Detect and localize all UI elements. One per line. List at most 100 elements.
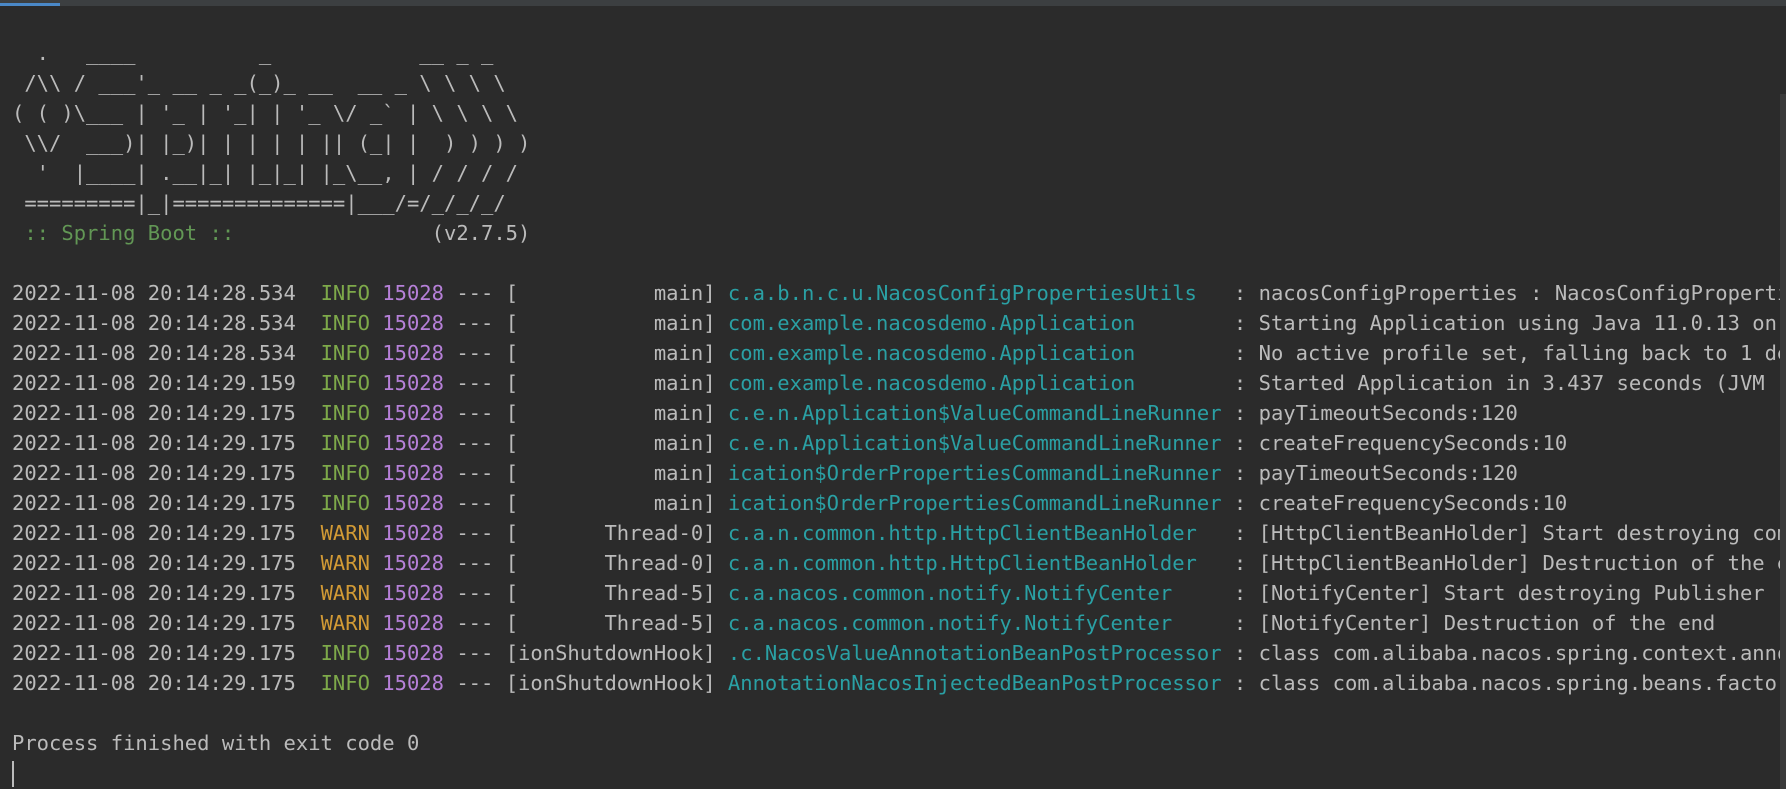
log-logger: c.e.n.Application$ValueCommandLineRunner bbox=[727, 401, 1222, 425]
log-message: : class com.alibaba.nacos.spring.context… bbox=[1233, 641, 1786, 665]
log-logger: c.a.n.common.http.HttpClientBeanHolder bbox=[727, 521, 1222, 545]
spring-banner: . ____ _ __ _ _ /\\ / ___'_ __ _ _(_)_ _… bbox=[12, 38, 1786, 248]
log-logger: .c.NacosValueAnnotationBeanPostProcessor bbox=[727, 641, 1222, 665]
log-level: INFO bbox=[320, 461, 370, 485]
log-logger: c.a.nacos.common.notify.NotifyCenter bbox=[727, 581, 1222, 605]
log-message: : [HttpClientBeanHolder] Start destroyin… bbox=[1233, 521, 1786, 545]
log-line: 2022-11-08 20:14:29.175 WARN 15028 --- [… bbox=[0, 608, 1786, 638]
log-level: INFO bbox=[320, 671, 370, 695]
log-thread: [ main] bbox=[505, 401, 716, 425]
log-line: 2022-11-08 20:14:29.175 INFO 15028 --- [… bbox=[12, 461, 1518, 485]
banner-line: \\/ ___)| |_)| | | | | || (_| | ) ) ) ) bbox=[12, 131, 531, 155]
log-pid: 15028 bbox=[382, 491, 444, 515]
log-pid: 15028 bbox=[382, 371, 444, 395]
log-pid: 15028 bbox=[382, 521, 444, 545]
log-timestamp: 2022-11-08 20:14:29.175 bbox=[12, 401, 296, 425]
log-pid: 15028 bbox=[382, 341, 444, 365]
log-timestamp: 2022-11-08 20:14:28.534 bbox=[12, 311, 296, 335]
log-timestamp: 2022-11-08 20:14:29.175 bbox=[12, 581, 296, 605]
log-message: : payTimeoutSeconds:120 bbox=[1233, 461, 1518, 485]
spring-boot-label: :: Spring Boot :: bbox=[12, 221, 247, 245]
log-thread: [ main] bbox=[505, 431, 716, 455]
log-level: INFO bbox=[320, 311, 370, 335]
log-thread: [ Thread-0] bbox=[505, 521, 716, 545]
log-level: INFO bbox=[320, 431, 370, 455]
banner-line: =========|_|==============|___/=/_/_/_/ bbox=[12, 191, 506, 215]
log-pid: 15028 bbox=[382, 581, 444, 605]
run-console-output[interactable]: . ____ _ __ _ _ /\\ / ___'_ __ _ _(_)_ _… bbox=[0, 6, 1786, 789]
log-timestamp: 2022-11-08 20:14:29.175 bbox=[12, 641, 296, 665]
log-logger: c.e.n.Application$ValueCommandLineRunner bbox=[727, 431, 1222, 455]
log-thread: [ionShutdownHook] bbox=[505, 671, 716, 695]
log-level: WARN bbox=[320, 521, 370, 545]
log-lines: 2022-11-08 20:14:28.534 INFO 15028 --- [… bbox=[0, 278, 1786, 698]
log-thread: [ main] bbox=[505, 341, 716, 365]
log-line: 2022-11-08 20:14:29.175 INFO 15028 --- [… bbox=[12, 668, 1786, 698]
log-pid: 15028 bbox=[382, 461, 444, 485]
log-pid: 15028 bbox=[382, 641, 444, 665]
log-level: WARN bbox=[320, 551, 370, 575]
log-pid: 15028 bbox=[382, 671, 444, 695]
log-message: : nacosConfigProperties : NacosConfigPro… bbox=[1233, 281, 1786, 305]
log-thread: [ main] bbox=[505, 281, 716, 305]
log-pid: 15028 bbox=[382, 281, 444, 305]
log-thread: [ Thread-0] bbox=[505, 551, 716, 575]
log-thread: [ Thread-5] bbox=[505, 611, 716, 635]
log-line: 2022-11-08 20:14:29.175 WARN 15028 --- [… bbox=[0, 548, 1786, 578]
banner-line: . ____ _ __ _ _ bbox=[12, 41, 494, 65]
exit-message: Process finished with exit code 0 bbox=[12, 731, 420, 755]
log-pid: 15028 bbox=[382, 431, 444, 455]
log-level: INFO bbox=[320, 341, 370, 365]
console-scrollbar[interactable] bbox=[1780, 94, 1786, 789]
spring-boot-version-line: :: Spring Boot :: (v2.7.5) bbox=[12, 218, 1786, 248]
console-content: . ____ _ __ _ _ /\\ / ___'_ __ _ _(_)_ _… bbox=[0, 38, 1786, 758]
log-message: : class com.alibaba.nacos.spring.beans.f… bbox=[1233, 671, 1786, 695]
log-timestamp: 2022-11-08 20:14:29.175 bbox=[12, 521, 296, 545]
log-message: : createFrequencySeconds:10 bbox=[1233, 491, 1568, 515]
log-line: 2022-11-08 20:14:28.534 INFO 15028 --- [… bbox=[12, 338, 1786, 368]
log-line: 2022-11-08 20:14:29.175 WARN 15028 --- [… bbox=[0, 518, 1786, 548]
log-line: 2022-11-08 20:14:29.175 INFO 15028 --- [… bbox=[12, 431, 1568, 455]
log-logger: ication$OrderPropertiesCommandLineRunner bbox=[727, 461, 1222, 485]
log-message: : [NotifyCenter] Start destroying Publis… bbox=[1233, 581, 1765, 605]
log-thread: [ main] bbox=[505, 491, 716, 515]
log-level: INFO bbox=[320, 641, 370, 665]
log-thread: [ main] bbox=[505, 371, 716, 395]
log-line: 2022-11-08 20:14:29.175 INFO 15028 --- [… bbox=[12, 638, 1786, 668]
log-level: WARN bbox=[320, 611, 370, 635]
log-line: 2022-11-08 20:14:28.534 INFO 15028 --- [… bbox=[12, 278, 1786, 308]
log-logger: com.example.nacosdemo.Application bbox=[727, 371, 1222, 395]
log-timestamp: 2022-11-08 20:14:28.534 bbox=[12, 341, 296, 365]
log-message: : No active profile set, falling back to… bbox=[1233, 341, 1786, 365]
log-line: 2022-11-08 20:14:29.175 INFO 15028 --- [… bbox=[12, 491, 1568, 515]
spring-boot-version: (v2.7.5) bbox=[246, 221, 531, 245]
banner-line: /\\ / ___'_ __ _ _(_)_ __ __ _ \ \ \ \ bbox=[12, 71, 506, 95]
banner-line: ( ( )\___ | '_ | '_| | '_ \/ _` | \ \ \ … bbox=[12, 101, 519, 125]
log-logger: c.a.n.common.http.HttpClientBeanHolder bbox=[727, 551, 1222, 575]
log-thread: [ main] bbox=[505, 311, 716, 335]
log-message: : [NotifyCenter] Destruction of the end bbox=[1233, 611, 1716, 635]
log-thread: [ionShutdownHook] bbox=[505, 641, 716, 665]
log-timestamp: 2022-11-08 20:14:29.175 bbox=[12, 431, 296, 455]
log-pid: 15028 bbox=[382, 311, 444, 335]
log-timestamp: 2022-11-08 20:14:29.175 bbox=[12, 491, 296, 515]
log-line: 2022-11-08 20:14:28.534 INFO 15028 --- [… bbox=[12, 308, 1786, 338]
log-timestamp: 2022-11-08 20:14:28.534 bbox=[12, 281, 296, 305]
log-pid: 15028 bbox=[382, 401, 444, 425]
log-logger: c.a.nacos.common.notify.NotifyCenter bbox=[727, 611, 1222, 635]
log-thread: [ Thread-5] bbox=[505, 581, 716, 605]
log-thread: [ main] bbox=[505, 461, 716, 485]
log-message: : payTimeoutSeconds:120 bbox=[1233, 401, 1518, 425]
log-logger: AnnotationNacosInjectedBeanPostProcessor bbox=[727, 671, 1222, 695]
log-timestamp: 2022-11-08 20:14:29.175 bbox=[12, 551, 296, 575]
log-logger: com.example.nacosdemo.Application bbox=[727, 311, 1222, 335]
log-pid: 15028 bbox=[382, 551, 444, 575]
log-message: : Started Application in 3.437 seconds (… bbox=[1233, 371, 1786, 395]
log-logger: com.example.nacosdemo.Application bbox=[727, 341, 1222, 365]
log-level: INFO bbox=[320, 371, 370, 395]
log-level: INFO bbox=[320, 491, 370, 515]
log-timestamp: 2022-11-08 20:14:29.159 bbox=[12, 371, 296, 395]
log-line: 2022-11-08 20:14:29.159 INFO 15028 --- [… bbox=[12, 368, 1786, 398]
